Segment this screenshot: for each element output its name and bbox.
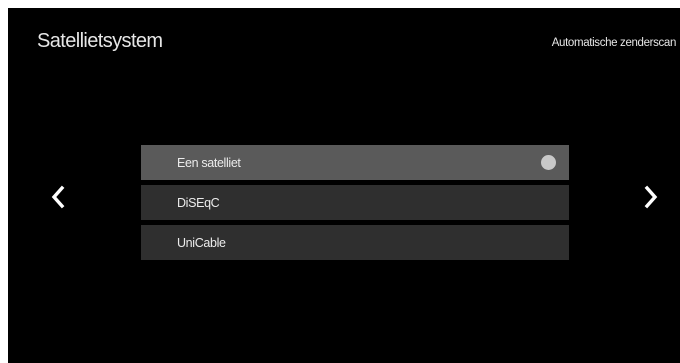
selected-indicator-icon	[541, 155, 556, 170]
satellite-system-options: Een satelliet DiSEqC UniCable	[141, 145, 569, 265]
option-label: UniCable	[177, 235, 226, 250]
chevron-right-icon	[644, 185, 658, 209]
option-diseqc[interactable]: DiSEqC	[141, 185, 569, 220]
tv-setup-screen: Satellietsystem Automatische zenderscan …	[8, 8, 680, 363]
option-label: Een satelliet	[177, 155, 241, 170]
option-label: DiSEqC	[177, 195, 220, 210]
wizard-step-label: Automatische zenderscan	[551, 37, 677, 49]
previous-button[interactable]	[48, 182, 68, 212]
option-een-satelliet[interactable]: Een satelliet	[141, 145, 569, 180]
option-unicable[interactable]: UniCable	[141, 225, 569, 260]
chevron-left-icon	[51, 185, 65, 209]
page-title: Satellietsystem	[37, 30, 163, 52]
next-button[interactable]	[641, 182, 661, 212]
